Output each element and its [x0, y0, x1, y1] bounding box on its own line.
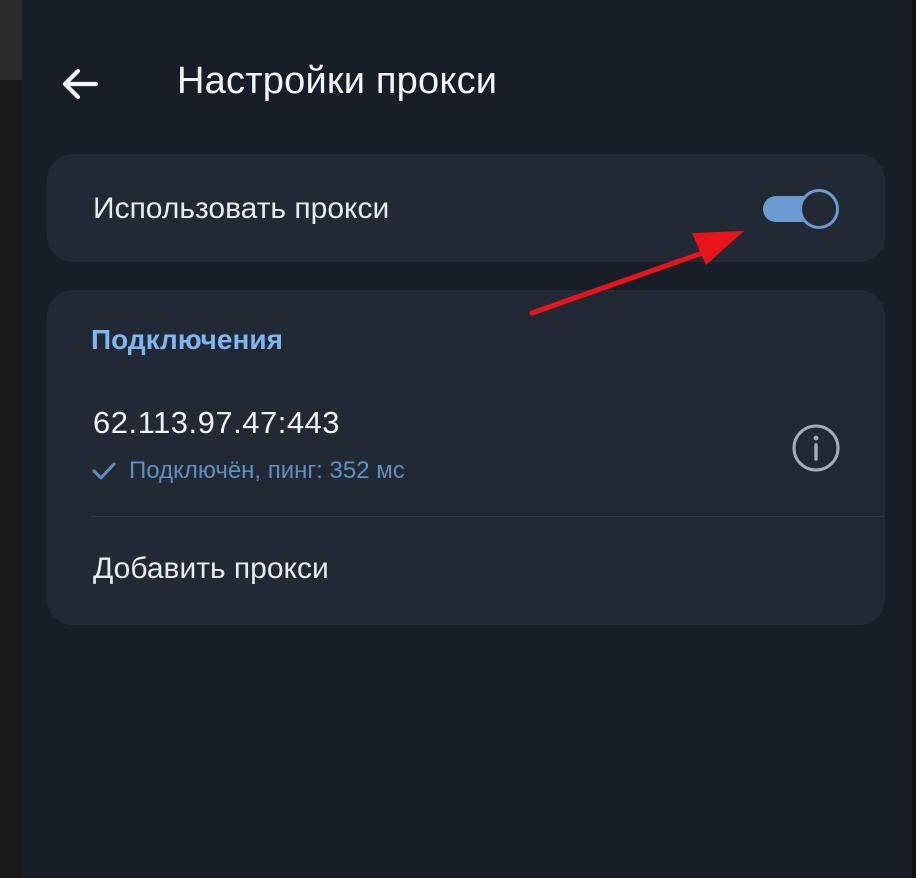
use-proxy-label: Использовать прокси — [93, 192, 390, 225]
page-title: Настройки прокси — [177, 60, 498, 102]
app-viewport: Настройки прокси Использовать прокси Под… — [0, 0, 916, 878]
back-button[interactable] — [56, 62, 104, 106]
use-proxy-switch[interactable] — [763, 188, 839, 230]
proxy-status-text: Подключён, пинг: 352 мс — [129, 457, 405, 484]
background-edge — [0, 80, 22, 878]
use-proxy-card[interactable]: Использовать прокси — [47, 154, 885, 262]
check-icon — [92, 462, 116, 480]
proxy-status: Подключён, пинг: 352 мс — [91, 457, 405, 485]
arrow-left-icon — [62, 68, 99, 100]
proxy-list-item[interactable]: 62.113.97.47:443 Подключён, пинг: 352 мс — [47, 385, 885, 515]
switch-knob — [799, 189, 839, 229]
proxy-address: 62.113.97.47:443 — [93, 405, 341, 440]
add-proxy-button[interactable]: Добавить прокси — [93, 552, 329, 586]
section-title-connections: Подключения — [91, 324, 283, 355]
background-edge — [912, 0, 916, 878]
divider — [91, 516, 885, 517]
connections-card: Подключения 62.113.97.47:443 Подключён, … — [47, 290, 885, 625]
background-edge — [0, 0, 22, 80]
info-icon[interactable] — [791, 423, 841, 473]
